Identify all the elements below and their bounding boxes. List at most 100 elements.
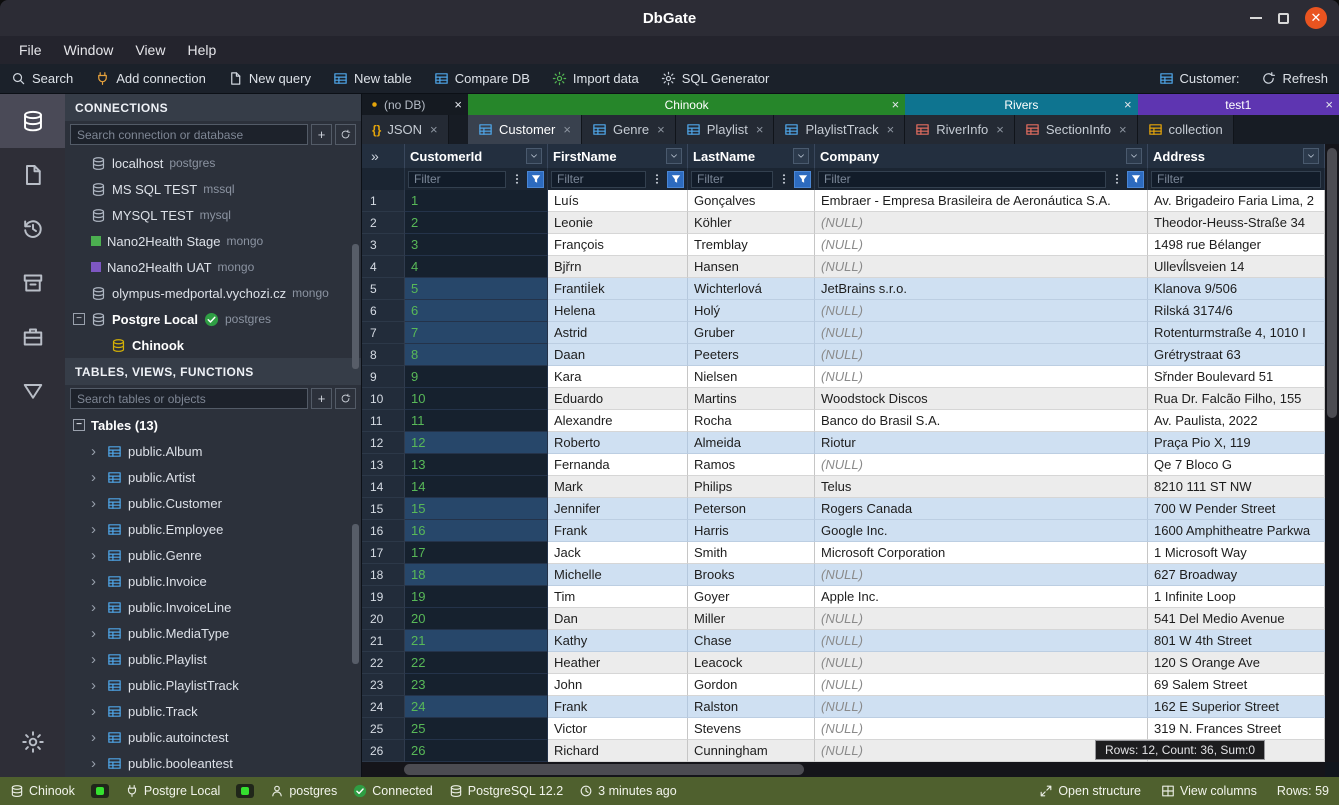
connection-item-olympus-medportal-vychozi-cz[interactable]: olympus-medportal.vychozi.czmongo bbox=[65, 280, 361, 306]
cell-address[interactable]: Rilská 3174/6 bbox=[1148, 300, 1325, 322]
toolbar-refresh-button[interactable]: Refresh bbox=[1250, 64, 1339, 93]
cell-company[interactable]: Banco do Brasil S.A. bbox=[815, 410, 1148, 432]
row-number-cell[interactable]: 20 bbox=[362, 608, 405, 630]
chevron-right-icon[interactable]: › bbox=[91, 704, 101, 719]
cell-address[interactable]: 8210 111 ST NW bbox=[1148, 476, 1325, 498]
cell-lastname[interactable]: Smith bbox=[688, 542, 815, 564]
cell-customerid[interactable]: 21 bbox=[405, 630, 548, 652]
close-button[interactable]: ✕ bbox=[1305, 7, 1327, 29]
cell-lastname[interactable]: Peeters bbox=[688, 344, 815, 366]
cell-company[interactable]: (NULL) bbox=[815, 366, 1148, 388]
row-number-cell[interactable]: 2 bbox=[362, 212, 405, 234]
table-item-public-playlist[interactable]: ›public.Playlist bbox=[65, 646, 361, 672]
cell-address[interactable]: Grétrystraat 63 bbox=[1148, 344, 1325, 366]
row-number-cell[interactable]: 8 bbox=[362, 344, 405, 366]
status-rows-59[interactable]: Rows: 59 bbox=[1277, 784, 1329, 798]
menu-help[interactable]: Help bbox=[176, 39, 227, 61]
tab-riverinfo[interactable]: RiverInfo× bbox=[905, 115, 1015, 144]
close-icon[interactable]: × bbox=[430, 122, 438, 137]
close-icon[interactable]: × bbox=[454, 97, 462, 112]
tab-group-header[interactable]: (no DB)× bbox=[362, 94, 468, 115]
cell-firstname[interactable]: Tim bbox=[548, 586, 688, 608]
cell-customerid[interactable]: 11 bbox=[405, 410, 548, 432]
cell-firstname[interactable]: François bbox=[548, 234, 688, 256]
cell-customerid[interactable]: 9 bbox=[405, 366, 548, 388]
cell-address[interactable]: 700 W Pender Street bbox=[1148, 498, 1325, 520]
row-number-cell[interactable]: 21 bbox=[362, 630, 405, 652]
cell-customerid[interactable]: 18 bbox=[405, 564, 548, 586]
row-number-cell[interactable]: 10 bbox=[362, 388, 405, 410]
cell-firstname[interactable]: Eduardo bbox=[548, 388, 688, 410]
cell-firstname[interactable]: Jennifer bbox=[548, 498, 688, 520]
cell-address[interactable]: 1 Infinite Loop bbox=[1148, 586, 1325, 608]
refresh-tables-button[interactable] bbox=[335, 388, 356, 409]
tables-search-input[interactable] bbox=[70, 388, 308, 409]
cell-company[interactable]: (NULL) bbox=[815, 256, 1148, 278]
cell-customerid[interactable]: 15 bbox=[405, 498, 548, 520]
cell-customerid[interactable]: 19 bbox=[405, 586, 548, 608]
chevron-right-icon[interactable]: › bbox=[91, 548, 101, 563]
filter-menu-button[interactable] bbox=[775, 171, 792, 188]
cell-customerid[interactable]: 20 bbox=[405, 608, 548, 630]
cell-address[interactable]: Av. Paulista, 2022 bbox=[1148, 410, 1325, 432]
row-number-cell[interactable]: 26 bbox=[362, 740, 405, 762]
row-number-cell[interactable]: 14 bbox=[362, 476, 405, 498]
cell-lastname[interactable]: Holý bbox=[688, 300, 815, 322]
filter-menu-button[interactable] bbox=[1108, 171, 1125, 188]
minimize-button[interactable] bbox=[1250, 17, 1262, 19]
cell-customerid[interactable]: 1 bbox=[405, 190, 548, 212]
activitybar-settings-button[interactable] bbox=[0, 715, 65, 769]
cell-firstname[interactable]: Daan bbox=[548, 344, 688, 366]
cell-company[interactable]: Rogers Canada bbox=[815, 498, 1148, 520]
chevron-right-icon[interactable]: › bbox=[91, 652, 101, 667]
table-item-public-genre[interactable]: ›public.Genre bbox=[65, 542, 361, 568]
connection-item-postgre-local[interactable]: −Postgre Localpostgres bbox=[65, 306, 361, 332]
cell-firstname[interactable]: Kathy bbox=[548, 630, 688, 652]
cell-firstname[interactable]: Jack bbox=[548, 542, 688, 564]
cell-address[interactable]: 319 N. Frances Street bbox=[1148, 718, 1325, 740]
cell-address[interactable]: Ullevĺlsveien 14 bbox=[1148, 256, 1325, 278]
row-number-cell[interactable]: 19 bbox=[362, 586, 405, 608]
tab-playlisttrack[interactable]: PlaylistTrack× bbox=[774, 115, 905, 144]
status-postgre-local[interactable]: Postgre Local bbox=[125, 784, 220, 798]
cell-firstname[interactable]: Luís bbox=[548, 190, 688, 212]
cell-company[interactable]: JetBrains s.r.o. bbox=[815, 278, 1148, 300]
status-postgresql-12-2[interactable]: PostgreSQL 12.2 bbox=[449, 784, 563, 798]
grid-horizontal-scrollbar[interactable] bbox=[362, 762, 1325, 777]
cell-address[interactable]: 541 Del Medio Avenue bbox=[1148, 608, 1325, 630]
column-header-lastname[interactable]: LastName bbox=[688, 144, 815, 168]
tab-group-header[interactable]: Chinook× bbox=[468, 94, 905, 115]
cell-firstname[interactable]: John bbox=[548, 674, 688, 696]
row-number-cell[interactable]: 4 bbox=[362, 256, 405, 278]
row-number-cell[interactable]: 25 bbox=[362, 718, 405, 740]
cell-address[interactable]: 1498 rue Bélanger bbox=[1148, 234, 1325, 256]
cell-firstname[interactable]: Roberto bbox=[548, 432, 688, 454]
grid-corner-cell[interactable]: » bbox=[362, 144, 405, 168]
cell-firstname[interactable]: Dan bbox=[548, 608, 688, 630]
cell-customerid[interactable]: 26 bbox=[405, 740, 548, 762]
toolbar-add-connection-button[interactable]: Add connection bbox=[84, 64, 217, 93]
cell-customerid[interactable]: 5 bbox=[405, 278, 548, 300]
cell-firstname[interactable]: Helena bbox=[548, 300, 688, 322]
table-item-public-booleantest[interactable]: ›public.booleantest bbox=[65, 750, 361, 776]
row-number-cell[interactable]: 7 bbox=[362, 322, 405, 344]
toolbar-compare-db-button[interactable]: Compare DB bbox=[423, 64, 541, 93]
cell-firstname[interactable]: Victor bbox=[548, 718, 688, 740]
table-item-public-autoinctest[interactable]: ›public.autoinctest bbox=[65, 724, 361, 750]
column-menu-button[interactable] bbox=[526, 148, 542, 164]
row-number-cell[interactable]: 22 bbox=[362, 652, 405, 674]
connection-item-nano2health-uat[interactable]: Nano2Health UATmongo bbox=[65, 254, 361, 280]
cell-customerid[interactable]: 14 bbox=[405, 476, 548, 498]
filter-menu-button[interactable] bbox=[508, 171, 525, 188]
close-icon[interactable]: × bbox=[563, 122, 571, 137]
cell-company[interactable]: (NULL) bbox=[815, 608, 1148, 630]
table-item-public-invoice[interactable]: ›public.Invoice bbox=[65, 568, 361, 594]
status-open-structure[interactable]: Open structure bbox=[1039, 784, 1141, 798]
cell-firstname[interactable]: Frank bbox=[548, 520, 688, 542]
cell-customerid[interactable]: 3 bbox=[405, 234, 548, 256]
cell-address[interactable]: Rua Dr. Falcão Filho, 155 bbox=[1148, 388, 1325, 410]
cell-company[interactable]: (NULL) bbox=[815, 322, 1148, 344]
toolbar-import-data-button[interactable]: Import data bbox=[541, 64, 650, 93]
row-number-cell[interactable]: 17 bbox=[362, 542, 405, 564]
cell-customerid[interactable]: 8 bbox=[405, 344, 548, 366]
